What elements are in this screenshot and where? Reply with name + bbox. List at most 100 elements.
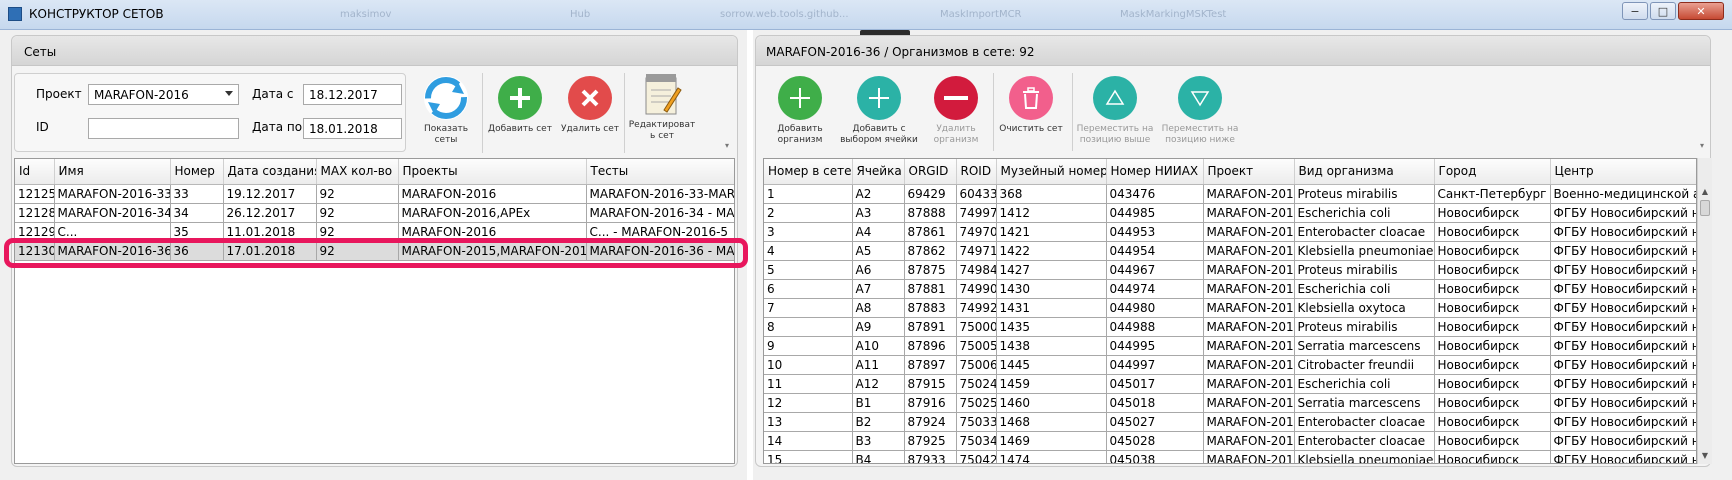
table-row[interactable]: 8 A9 87891 75000 1435 044988 MARAFON-2015 Prote… xyxy=(764,317,1696,337)
table-row[interactable]: 15 B4 87933 75042 1474 045038 MARAFON-2015 Kleb… xyxy=(764,450,1696,463)
table-cell: A4 xyxy=(852,222,905,242)
column-header[interactable]: Ячейка xyxy=(852,159,905,185)
table-row[interactable]: 5 A6 87875 74984 1427 044967 MARAFON-2015 Prote… xyxy=(764,260,1696,280)
column-header[interactable]: Id xyxy=(15,159,55,185)
table-cell: 1427 xyxy=(996,260,1107,280)
column-header[interactable]: Имя xyxy=(54,159,171,185)
column-header[interactable]: ORGID xyxy=(904,159,957,185)
column-header[interactable]: MAX кол-во xyxy=(316,159,399,185)
table-cell: 87862 xyxy=(904,241,957,261)
table-cell: Новосибирск xyxy=(1434,260,1551,280)
table-cell: 12125 xyxy=(15,184,55,204)
column-header[interactable]: Номер xyxy=(170,159,224,185)
column-header[interactable]: Проекты xyxy=(398,159,587,185)
table-row[interactable]: 12 B1 87916 75025 1460 045018 MARAFON-2015 Serr… xyxy=(764,393,1696,413)
column-header[interactable]: Музейный номер xyxy=(996,159,1107,185)
table-row[interactable]: 9 A10 87896 75005 1438 044995 MARAFON-2015 Serr… xyxy=(764,336,1696,356)
table-row[interactable]: 14 B3 87925 75034 1469 045028 MARAFON-2015 Ente… xyxy=(764,431,1696,451)
minimize-button[interactable]: − xyxy=(1622,2,1648,20)
table-row[interactable]: 3 A4 87861 74970 1421 044953 MARAFON-2015 Enter… xyxy=(764,222,1696,242)
delete-organism-button[interactable]: Удалить организм xyxy=(926,76,986,146)
table-cell: 1474 xyxy=(996,450,1107,463)
show-sets-button[interactable]: Показать сеты xyxy=(416,76,476,146)
date-from-input[interactable]: 18.12.2017 xyxy=(303,84,402,105)
ghost-tab: Hub xyxy=(570,9,591,20)
edit-set-button[interactable]: Редактироват ь сет xyxy=(627,72,697,142)
move-up-button[interactable]: Переместить на позицию выше xyxy=(1075,76,1155,146)
delete-set-button[interactable]: Удалить сет xyxy=(560,76,620,135)
edit-set-label: Редактироват ь сет xyxy=(628,120,696,141)
table-cell: 87924 xyxy=(904,412,957,432)
column-header[interactable]: Номер в сете xyxy=(764,159,853,185)
add-with-cell-button[interactable]: Добавить с выбором ячейки xyxy=(835,76,923,146)
plus-icon xyxy=(778,76,822,120)
organisms-table-header: Номер в сете Ячейка ORGID ROID Музейный … xyxy=(764,159,1696,185)
table-row[interactable]: 13 B2 87924 75033 1468 045027 MARAFON-2015 Ente… xyxy=(764,412,1696,432)
column-header[interactable]: ROID xyxy=(956,159,997,185)
scroll-up-icon[interactable]: ▲ xyxy=(1698,184,1712,198)
table-row[interactable]: 4 A5 87862 74971 1422 044954 MARAFON-2015 Klebs… xyxy=(764,241,1696,261)
table-cell: ФГБУ Новосибирский нау xyxy=(1550,336,1696,356)
table-cell: Proteus mirabilis xyxy=(1294,317,1435,337)
table-row[interactable]: 1 A2 69429 60433 368 043476 MARAFON-2015 Proteu… xyxy=(764,184,1696,204)
table-row[interactable]: 12125 MARAFON-2016-33 33 19.12.2017 92 MARAFO… xyxy=(15,184,734,204)
ghost-tab: MaskMarkingMSKTest xyxy=(1120,9,1227,20)
table-row[interactable]: 10 A11 87897 75006 1445 044997 MARAFON-2015 Cit… xyxy=(764,355,1696,375)
ghost-tab: MaskImportMCR xyxy=(940,9,1022,20)
table-cell: 044995 xyxy=(1106,336,1204,356)
table-cell: 045038 xyxy=(1106,450,1204,463)
table-row[interactable]: 6 A7 87881 74990 1430 044974 MARAFON-2015 Esche… xyxy=(764,279,1696,299)
vertical-scrollbar[interactable]: ▲ ▼ xyxy=(1697,158,1712,464)
table-cell: 1422 xyxy=(996,241,1107,261)
date-to-input[interactable]: 18.01.2018 xyxy=(303,118,402,139)
table-cell: 1412 xyxy=(996,203,1107,223)
table-cell: 044997 xyxy=(1106,355,1204,375)
table-cell: 1468 xyxy=(996,412,1107,432)
table-cell: 74992 xyxy=(956,298,997,318)
table-cell: MARAFON-2015 xyxy=(1203,374,1295,394)
column-header[interactable]: Центр xyxy=(1550,159,1696,185)
column-header[interactable]: Проект xyxy=(1203,159,1295,185)
maximize-button[interactable]: □ xyxy=(1650,2,1676,20)
table-row[interactable]: 2 A3 87888 74997 1412 044985 MARAFON-2015 Esche… xyxy=(764,203,1696,223)
id-input[interactable] xyxy=(88,118,239,139)
add-set-button[interactable]: Добавить сет xyxy=(485,76,555,135)
sets-table-header: Id Имя Номер Дата создания MAX кол-во Пр… xyxy=(15,159,734,185)
table-cell: MARAFON-2015 xyxy=(1203,317,1295,337)
scrollbar-thumb[interactable] xyxy=(1700,200,1710,216)
organisms-table: Номер в сете Ячейка ORGID ROID Музейный … xyxy=(763,158,1697,464)
table-cell: Proteus mirabilis xyxy=(1294,260,1435,280)
table-cell: 19.12.2017 xyxy=(223,184,317,204)
column-header[interactable]: Вид организма xyxy=(1294,159,1435,185)
column-header[interactable]: Номер НИИАХ xyxy=(1106,159,1204,185)
table-cell: 12128 xyxy=(15,203,55,223)
table-row[interactable]: 12128 MARAFON-2016-34 34 26.12.2017 92 MARAFO… xyxy=(15,203,734,223)
project-select[interactable]: MARAFON-2016 xyxy=(88,84,239,105)
table-cell: 1430 xyxy=(996,279,1107,299)
clear-set-button[interactable]: Очистить сет xyxy=(997,76,1065,135)
sets-table: Id Имя Номер Дата создания MAX кол-во Пр… xyxy=(14,158,735,464)
table-cell: MARAFON-2015 xyxy=(1203,393,1295,413)
table-cell: 34 xyxy=(170,203,224,223)
table-row[interactable]: 11 A12 87915 75024 1459 045017 MARAFON-2015 Esc… xyxy=(764,374,1696,394)
toolbar-overflow-icon[interactable]: ▾ xyxy=(1700,141,1709,150)
table-cell: MARAFON-2015 xyxy=(1203,412,1295,432)
scroll-down-icon[interactable]: ▼ xyxy=(1698,448,1712,462)
column-header[interactable]: Дата создания xyxy=(223,159,317,185)
table-cell: 6 xyxy=(764,279,853,299)
table-cell: A7 xyxy=(852,279,905,299)
table-cell: A6 xyxy=(852,260,905,280)
table-cell: 87896 xyxy=(904,336,957,356)
close-button[interactable]: ✕ xyxy=(1678,2,1724,20)
toolbar-overflow-icon[interactable]: ▾ xyxy=(725,141,734,150)
add-organism-button[interactable]: Добавить организм xyxy=(770,76,830,146)
column-header[interactable]: Город xyxy=(1434,159,1551,185)
table-cell: 043476 xyxy=(1106,184,1204,204)
table-row[interactable]: 7 A8 87883 74992 1431 044980 MARAFON-2015 Klebs… xyxy=(764,298,1696,318)
toolbar-separator xyxy=(1072,73,1073,151)
column-header[interactable]: Тесты xyxy=(586,159,734,185)
table-cell: 1 xyxy=(764,184,853,204)
move-down-button[interactable]: Переместить на позицию ниже xyxy=(1160,76,1240,146)
table-cell: Военно-медицинской ака xyxy=(1550,184,1696,204)
table-cell: A10 xyxy=(852,336,905,356)
